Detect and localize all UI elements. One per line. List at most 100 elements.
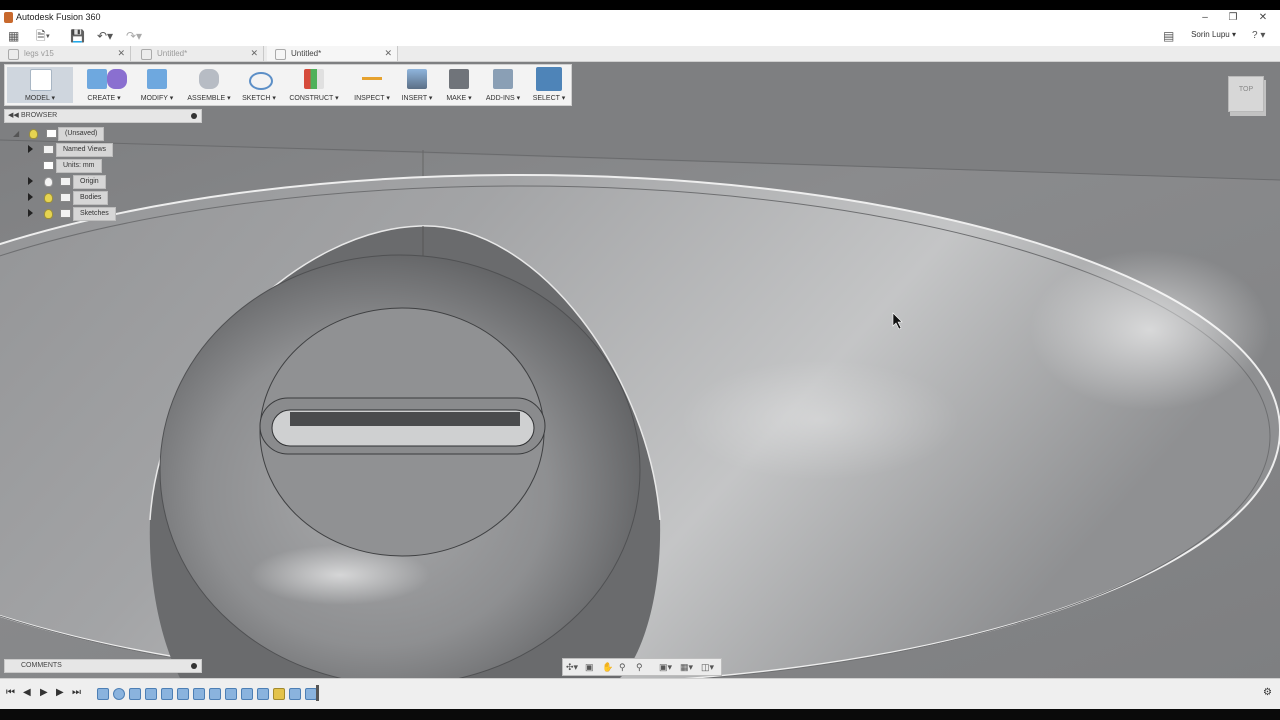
play-icon[interactable]: ▶ <box>40 687 48 699</box>
ribbon-label: MODEL ▾ <box>24 95 56 102</box>
ribbon-label: MAKE ▾ <box>446 95 472 102</box>
3d-print-icon <box>449 69 469 89</box>
timeline-feature-icon[interactable] <box>129 688 141 700</box>
visibility-bulb-off-icon[interactable] <box>44 177 53 187</box>
root-component-label: (Unsaved) <box>58 127 105 141</box>
display-settings-icon[interactable]: ▣▾ <box>659 661 672 673</box>
expand-arrow-icon[interactable] <box>28 177 33 185</box>
ribbon-label: SKETCH ▾ <box>242 95 276 102</box>
sketch-menu-button[interactable]: SKETCH ▾ <box>239 67 279 103</box>
fusion-logo-icon <box>4 12 13 23</box>
folder-icon <box>43 145 54 154</box>
ribbon-label: ASSEMBLE ▾ <box>187 95 231 102</box>
user-menu[interactable]: Sorin Lupu ▾ <box>1191 30 1236 39</box>
orbit-icon[interactable]: ✣▾ <box>566 661 578 673</box>
ribbon-toolbar: MODEL ▾ CREATE ▾ MODIFY ▾ ASSEMBLE ▾ SKE… <box>4 64 572 106</box>
expand-arrow-icon[interactable] <box>28 209 33 217</box>
timeline-feature-icon[interactable] <box>257 688 269 700</box>
select-menu-button[interactable]: SELECT ▾ <box>529 67 569 103</box>
browser-item-sketches[interactable]: Sketches <box>0 207 200 221</box>
tab-label: legs v15 <box>24 49 54 58</box>
view-cube[interactable]: TOP <box>1228 76 1264 112</box>
timeline-feature-icon[interactable] <box>289 688 301 700</box>
expand-arrow-icon[interactable] <box>28 145 33 153</box>
grid-settings-icon[interactable]: ▦▾ <box>680 661 693 673</box>
timeline-feature-icon[interactable] <box>161 688 173 700</box>
addins-menu-button[interactable]: ADD-INS ▾ <box>481 67 525 103</box>
timeline-feature-icon[interactable] <box>273 688 285 700</box>
save-icon[interactable]: 💾 <box>70 29 85 43</box>
minimize-icon[interactable]: – <box>1190 10 1220 26</box>
close-tab-icon[interactable]: ✕ <box>384 46 392 61</box>
viewports-icon[interactable]: ◫▾ <box>701 661 714 673</box>
undo-icon[interactable]: ↶▾ <box>97 29 113 43</box>
browser-root-node[interactable]: ◢ (Unsaved) <box>0 127 200 141</box>
collapse-panel-icon[interactable]: ◀◀ <box>8 110 19 122</box>
modify-menu-button[interactable]: MODIFY ▾ <box>137 67 177 103</box>
tab-legs-v15[interactable]: legs v15 ✕ <box>0 46 131 61</box>
create-menu-button[interactable]: CREATE ▾ <box>75 67 133 103</box>
timeline-settings-gear-icon[interactable]: ⚙ <box>1263 687 1272 699</box>
collapse-arrow-icon[interactable]: ◢ <box>13 128 19 140</box>
step-back-icon[interactable]: ◀ <box>23 687 31 699</box>
tab-untitled-1[interactable]: Untitled* ✕ <box>133 46 264 61</box>
timeline-feature-icon[interactable] <box>209 688 221 700</box>
assemble-menu-button[interactable]: ASSEMBLE ▾ <box>183 67 235 103</box>
construct-menu-button[interactable]: CONSTRUCT ▾ <box>285 67 343 103</box>
visibility-bulb-icon[interactable] <box>44 193 53 203</box>
pin-icon[interactable] <box>191 663 197 669</box>
inspect-menu-button[interactable]: INSPECT ▾ <box>349 67 395 103</box>
timeline-feature-icon[interactable] <box>225 688 237 700</box>
restore-icon[interactable]: ❐ <box>1218 10 1248 26</box>
redo-icon[interactable]: ↷▾ <box>126 29 142 43</box>
tab-label: Untitled* <box>291 49 322 58</box>
timeline-feature-icon[interactable] <box>113 688 125 700</box>
look-at-icon[interactable]: ▣ <box>585 661 594 673</box>
visibility-bulb-icon[interactable] <box>29 129 38 139</box>
comments-panel-header[interactable]: COMMENTS <box>4 659 202 673</box>
timeline-feature-icon[interactable] <box>97 688 109 700</box>
document-icon <box>8 49 19 60</box>
job-status-icon[interactable]: ▤ <box>1163 29 1174 43</box>
sketch-icon <box>249 72 273 90</box>
pan-icon[interactable]: ✋ <box>602 661 613 673</box>
pin-icon[interactable] <box>191 113 197 119</box>
folder-icon <box>60 193 71 202</box>
scripts-icon <box>493 69 513 89</box>
tab-untitled-active[interactable]: Untitled* ✕ <box>267 46 398 61</box>
timeline-feature-icon[interactable] <box>241 688 253 700</box>
workspace-model-button[interactable]: MODEL ▾ <box>7 67 73 103</box>
timeline-feature-icon[interactable] <box>193 688 205 700</box>
timeline-feature-icon[interactable] <box>177 688 189 700</box>
step-forward-icon[interactable]: ▶ <box>56 687 64 699</box>
tree-item-label: Units: mm <box>56 159 102 173</box>
browser-item-named-views[interactable]: Named Views <box>0 143 200 157</box>
file-menu-icon[interactable]: 🗎▾ <box>36 29 50 43</box>
timeline-feature-icon[interactable] <box>145 688 157 700</box>
browser-panel-header[interactable]: ◀◀ BROWSER <box>4 109 202 123</box>
visibility-bulb-icon[interactable] <box>44 209 53 219</box>
timeline-marker[interactable] <box>316 685 319 701</box>
navigation-bar: ✣▾ ▣ ✋ ⚲ ⚲ ▣▾ ▦▾ ◫▾ <box>562 658 722 676</box>
help-menu[interactable]: ? ▾ <box>1252 29 1265 43</box>
go-to-start-icon[interactable]: ⏮ <box>6 687 15 699</box>
browser-item-origin[interactable]: Origin <box>0 175 200 189</box>
plane-icon <box>304 69 324 89</box>
expand-arrow-icon[interactable] <box>28 193 33 201</box>
go-to-end-icon[interactable]: ⏭ <box>72 687 81 699</box>
document-settings-icon <box>43 161 54 170</box>
close-tab-icon[interactable]: ✕ <box>250 46 258 61</box>
close-icon[interactable]: ✕ <box>1248 10 1278 26</box>
fit-icon[interactable]: ⚲ <box>636 661 643 673</box>
model-workspace-icon <box>30 69 52 91</box>
insert-menu-button[interactable]: INSERT ▾ <box>399 67 435 103</box>
view-cube-face-label: TOP <box>1238 86 1254 93</box>
ribbon-label: ADD-INS ▾ <box>485 95 521 102</box>
browser-item-bodies[interactable]: Bodies <box>0 191 200 205</box>
data-panel-grid-icon[interactable]: ▦ <box>8 29 19 43</box>
zoom-icon[interactable]: ⚲ <box>619 661 626 673</box>
make-menu-button[interactable]: MAKE ▾ <box>441 67 477 103</box>
tab-label: Untitled* <box>157 49 188 58</box>
browser-item-units[interactable]: Units: mm <box>0 159 200 173</box>
close-tab-icon[interactable]: ✕ <box>117 46 125 61</box>
